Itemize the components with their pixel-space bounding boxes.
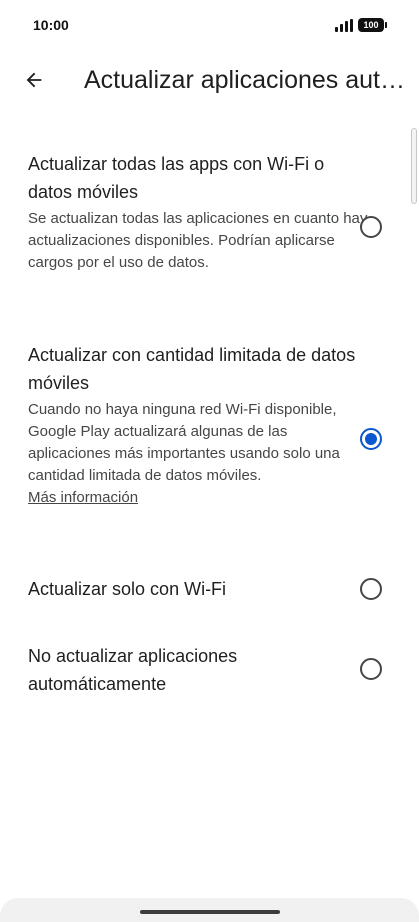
status-bar: 10:00 100 (0, 0, 419, 56)
arrow-back-icon (26, 72, 42, 88)
radio-wifi-only[interactable] (360, 578, 382, 600)
option-title: Actualizar todas las apps con Wi-Fi o da… (28, 154, 325, 202)
option-title: Actualizar con cantidad limitada de dato… (28, 345, 356, 393)
radio-update-all[interactable] (360, 216, 382, 238)
option-description: Cuando no haya ninguna red Wi-Fi disponi… (28, 399, 368, 509)
screen: 10:00 100 Actualizar aplicaciones automá… (0, 0, 419, 922)
option-limited-data[interactable]: Actualizar con cantidad limitada de dato… (28, 341, 368, 509)
home-gesture-handle[interactable] (140, 910, 280, 914)
option-description: Se actualizan todas las aplicaciones en … (28, 210, 368, 271)
page-title: Actualizar aplicaciones automáticamente (84, 66, 414, 94)
battery-level: 100 (363, 20, 379, 30)
scrollbar-thumb[interactable] (411, 128, 417, 204)
option-wifi-only[interactable]: Actualizar solo con Wi-Fi (28, 575, 368, 603)
status-time: 10:00 (33, 17, 69, 33)
option-title: No actualizar aplicaciones automáticamen… (28, 646, 238, 694)
radio-no-auto-update[interactable] (360, 658, 382, 680)
radio-limited-data[interactable] (360, 428, 382, 450)
back-button[interactable] (14, 60, 54, 100)
option-title: Actualizar solo con Wi-Fi (28, 579, 227, 599)
option-no-auto-update[interactable]: No actualizar aplicaciones automáticamen… (28, 642, 368, 698)
option-update-all[interactable]: Actualizar todas las apps con Wi-Fi o da… (28, 150, 368, 274)
app-bar: Actualizar aplicaciones automáticamente (0, 56, 419, 108)
more-info-link[interactable]: Más información (28, 487, 138, 509)
signal-icon (335, 19, 353, 32)
battery-icon: 100 (358, 18, 387, 32)
option-description-text: Cuando no haya ninguna red Wi-Fi disponi… (28, 401, 340, 484)
